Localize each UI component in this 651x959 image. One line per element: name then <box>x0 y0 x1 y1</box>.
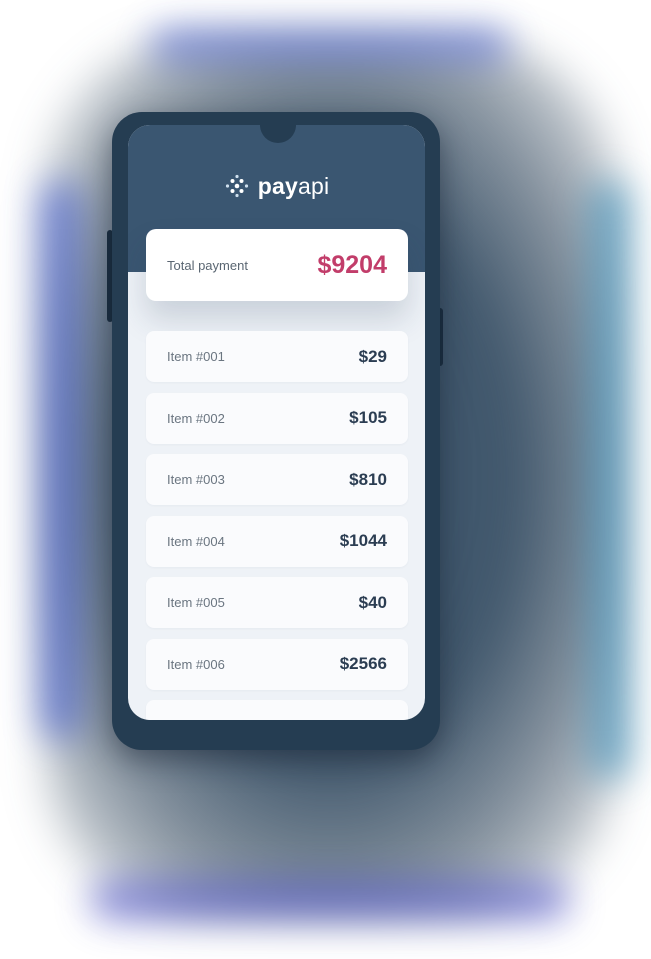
app-logo: payapi <box>128 171 425 201</box>
background-glow-accent <box>150 30 510 60</box>
dots-diamond-icon <box>224 173 250 199</box>
total-payment-value: $9204 <box>317 250 387 279</box>
brand-name: payapi <box>258 173 330 200</box>
brand-name-bold: pay <box>257 172 298 199</box>
list-item[interactable]: Item #001 $29 <box>146 331 408 382</box>
item-name: Item #004 <box>167 533 225 549</box>
item-name: Item #005 <box>167 595 225 610</box>
item-amount: $2566 <box>339 654 387 673</box>
item-amount: $105 <box>349 408 387 427</box>
phone-screen: payapi Total payment $9204 Item #001 $29… <box>128 125 425 720</box>
item-amount: $40 <box>358 592 387 612</box>
background-glow-accent <box>90 880 570 920</box>
item-list: Item #001 $29 Item #002 $105 Item #003 $… <box>146 331 408 720</box>
item-name: Item #006 <box>167 656 225 672</box>
brand-name-light: api <box>297 172 330 199</box>
item-amount: $29 <box>358 346 387 366</box>
list-item[interactable]: Item #005 $40 <box>146 577 408 628</box>
list-item[interactable]: Item #002 $105 <box>146 392 408 444</box>
item-amount: $810 <box>349 469 387 489</box>
item-amount: $1044 <box>339 531 387 550</box>
item-name: Item #002 <box>167 410 225 426</box>
total-payment-card: Total payment $9204 <box>146 229 408 301</box>
total-payment-label: Total payment <box>167 257 248 273</box>
background-glow-accent <box>590 180 630 780</box>
list-item[interactable]: Item #006 $2566 <box>146 638 408 690</box>
list-item[interactable]: Item #003 $810 <box>146 454 408 505</box>
background-glow-accent <box>40 180 80 740</box>
item-name: Item #003 <box>167 472 225 487</box>
list-item-partial <box>146 700 408 720</box>
item-name: Item #001 <box>167 349 225 364</box>
list-item[interactable]: Item #004 $1044 <box>146 515 408 567</box>
